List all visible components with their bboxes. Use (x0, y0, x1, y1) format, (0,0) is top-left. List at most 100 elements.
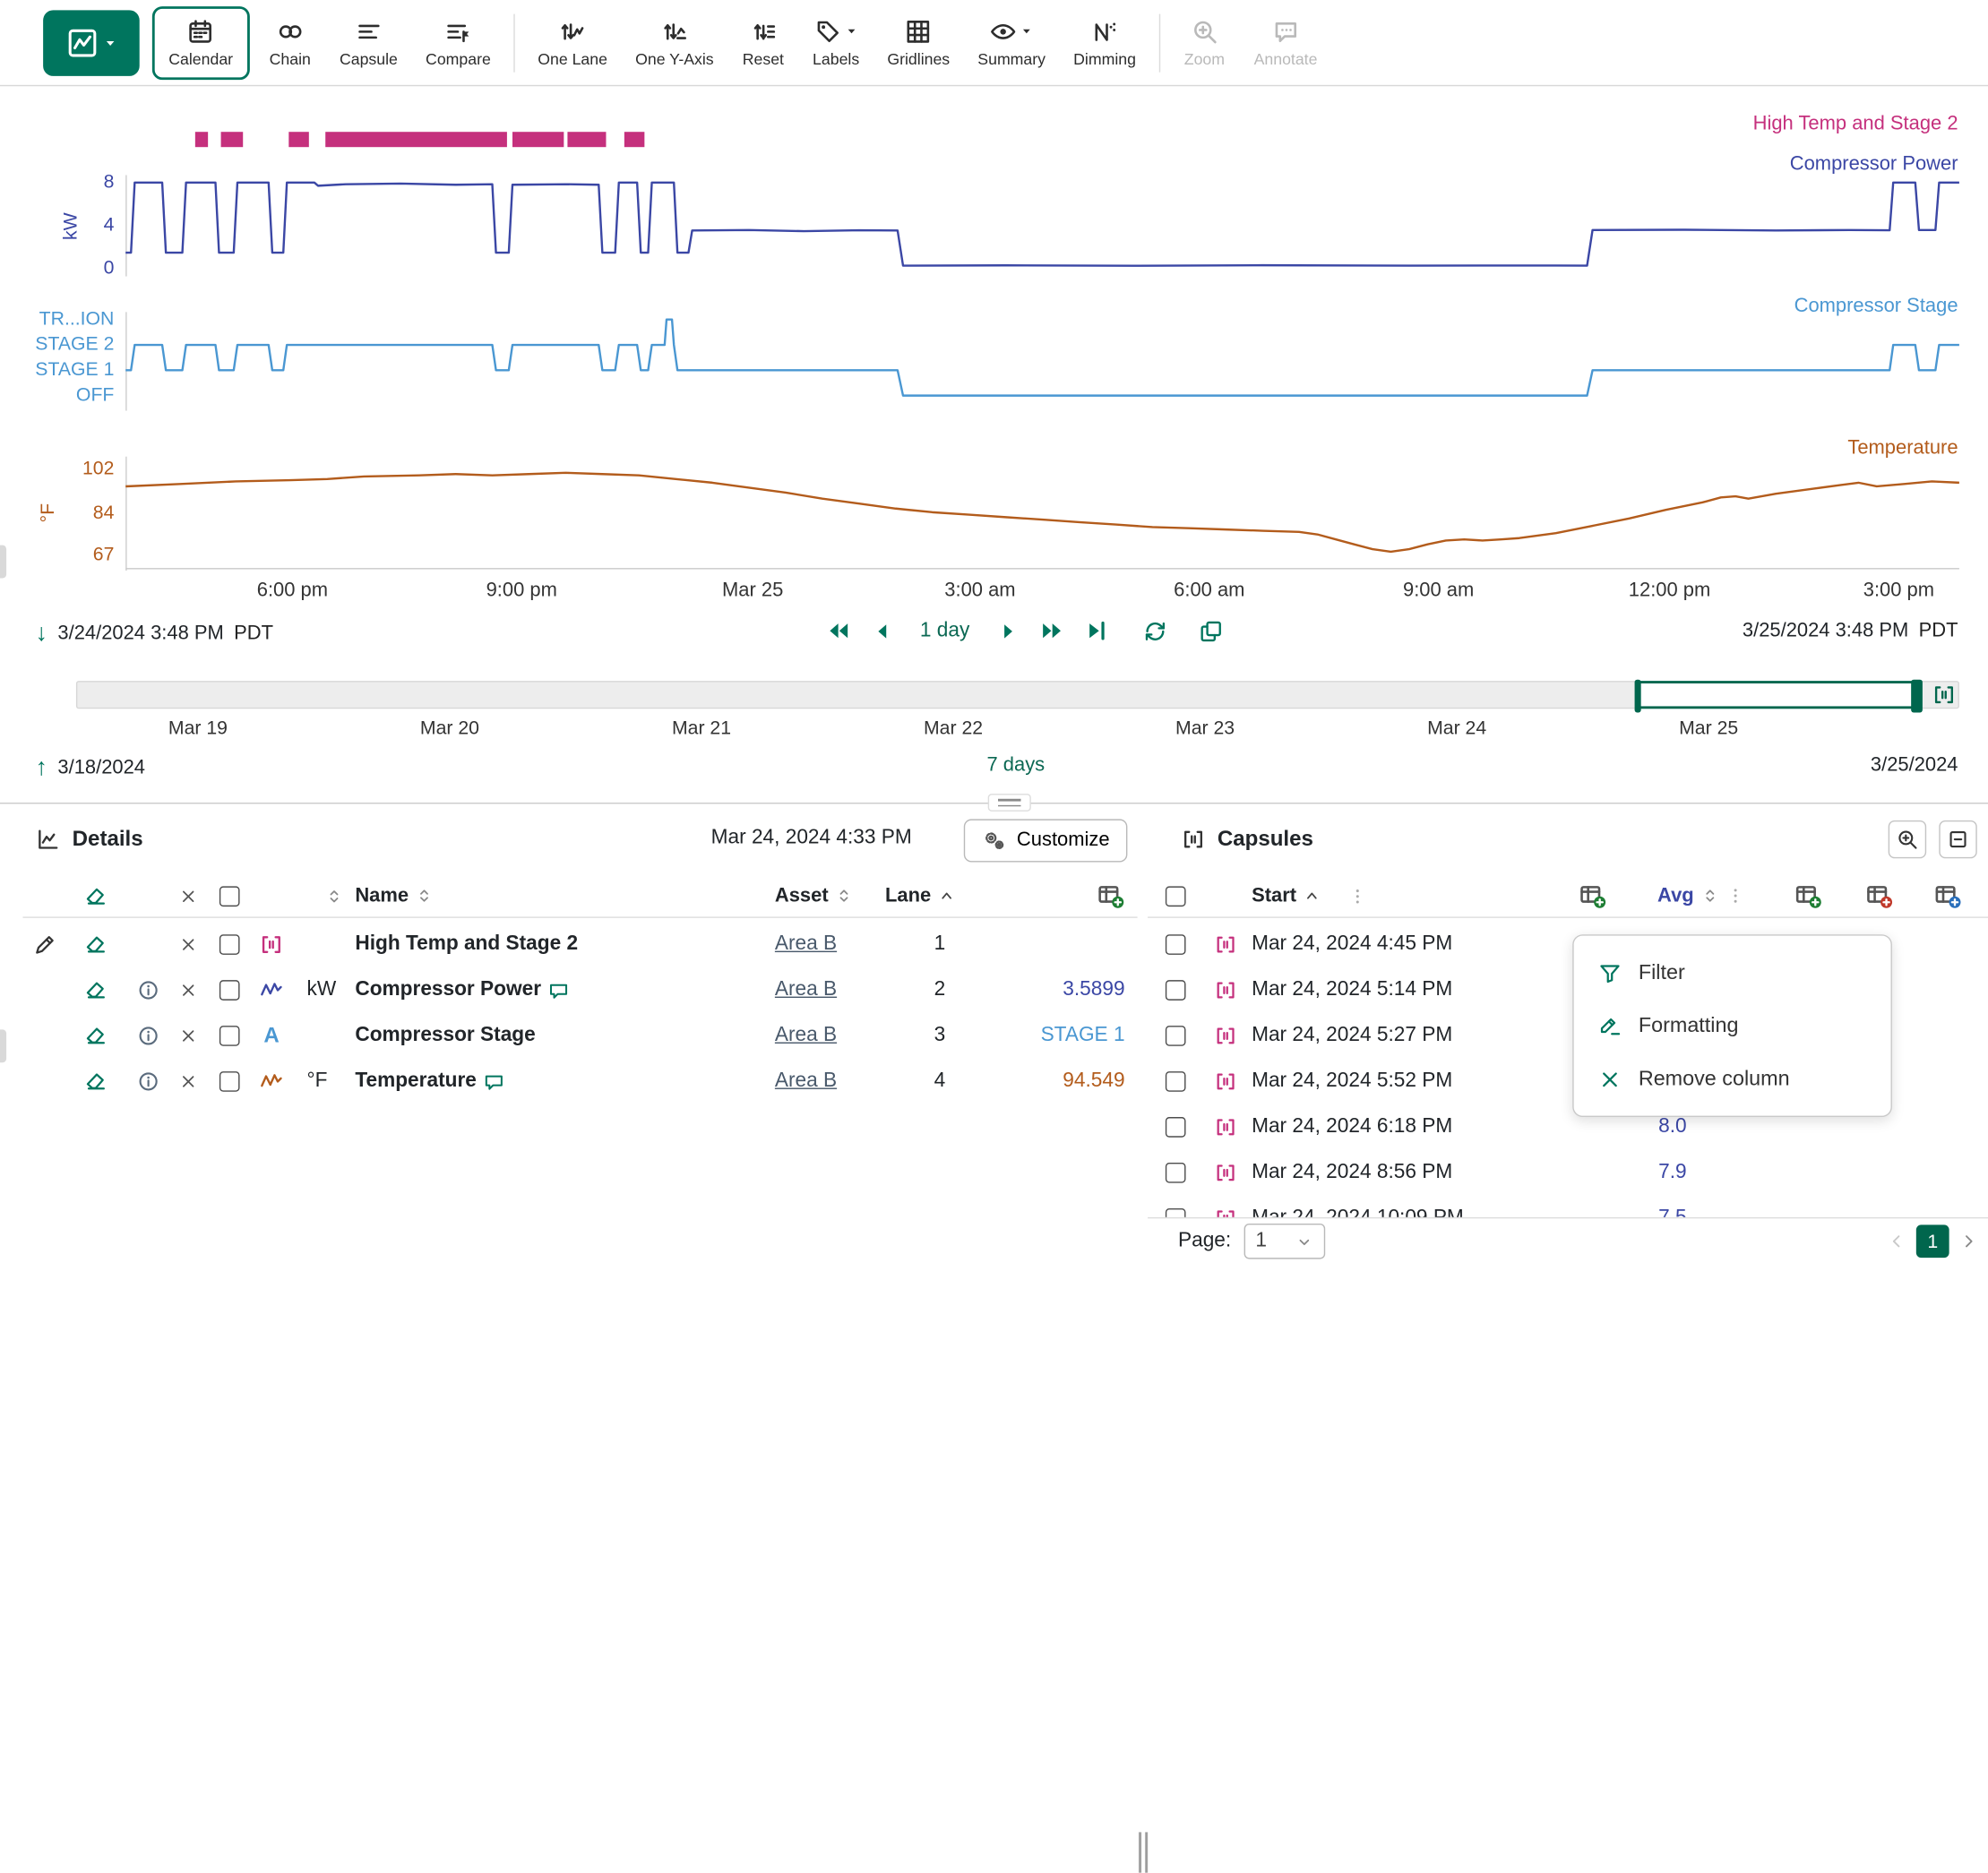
toolbar-calendar[interactable]: Calendar (152, 5, 250, 79)
investigate-range-start[interactable]: ↑ 3/18/2024 (36, 754, 145, 782)
capsule-checkbox[interactable] (1166, 980, 1186, 1001)
toolbar-dimming[interactable]: Dimming (1060, 4, 1150, 82)
current-page[interactable]: 1 (1916, 1224, 1949, 1258)
deselect-item-icon[interactable] (83, 978, 108, 1002)
toolbar-summary[interactable]: Summary (964, 4, 1060, 82)
horizontal-splitter-handle[interactable] (988, 794, 1031, 812)
capsule-time-icon[interactable] (1932, 683, 1957, 708)
column-header-lane[interactable]: Lane (885, 884, 957, 906)
capsules-collapse-button[interactable] (1939, 821, 1976, 858)
toolbar-compare[interactable]: Compare (411, 4, 504, 82)
send-to-bottom-icon[interactable]: ↓ (36, 620, 47, 648)
capsule-checkbox[interactable] (1166, 1117, 1186, 1138)
toolbar-annotate[interactable]: Annotate (1240, 4, 1331, 82)
lane-temp[interactable] (125, 457, 1959, 571)
item-info-icon[interactable] (137, 1070, 159, 1093)
item-name[interactable]: Compressor Stage (355, 1025, 535, 1047)
edit-item-icon[interactable] (33, 932, 57, 957)
series-label[interactable]: Compressor Stage (1794, 296, 1958, 318)
toolbar-labels[interactable]: Labels (798, 4, 873, 82)
column-header-start[interactable]: Start (1252, 884, 1321, 906)
step-back-half-button[interactable] (869, 618, 894, 643)
remove-item-icon[interactable] (179, 935, 198, 954)
selection-right-handle[interactable] (1912, 680, 1923, 713)
page-select[interactable]: 1 (1244, 1224, 1326, 1259)
lane-stage[interactable] (125, 312, 1959, 410)
select-all-checkbox[interactable] (219, 886, 240, 906)
item-checkbox[interactable] (219, 980, 240, 1001)
toolbar-capsule[interactable]: Capsule (325, 4, 411, 82)
remove-all-icon[interactable] (179, 886, 198, 905)
column-header-avg[interactable]: Avg (1657, 884, 1744, 906)
step-back-full-button[interactable] (825, 617, 852, 644)
copy-range-button[interactable] (1198, 618, 1223, 643)
remove-item-icon[interactable] (179, 981, 198, 1000)
lane-capsules[interactable] (125, 131, 1959, 149)
toolbar-trend-selector[interactable] (43, 10, 140, 76)
toolbar-one-lane[interactable]: One Lane (524, 4, 622, 82)
remove-item-icon[interactable] (179, 1072, 198, 1091)
column-grip-icon[interactable] (1348, 886, 1367, 905)
series-label[interactable]: Temperature (1847, 437, 1958, 460)
item-checkbox[interactable] (219, 1026, 240, 1046)
display-range-start[interactable]: ↓ 3/24/2024 3:48 PM PDT (36, 620, 273, 648)
item-asset-link[interactable]: Area B (775, 1025, 837, 1047)
item-checkbox[interactable] (219, 1071, 240, 1092)
remove-item-icon[interactable] (179, 1027, 198, 1045)
menu-item-filter[interactable]: Filter (1574, 946, 1891, 999)
trend-chart[interactable]: 840TR...IONSTAGE 2STAGE 1OFF1028467kW°F … (0, 86, 1988, 803)
selection-left-handle[interactable] (1634, 680, 1640, 713)
next-page-button[interactable] (1958, 1231, 1979, 1251)
capsule-checkbox[interactable] (1166, 1163, 1186, 1183)
display-range-end[interactable]: 3/25/2024 3:48 PM PDT (1743, 620, 1958, 642)
column-header-asset[interactable]: Asset (775, 884, 854, 906)
auto-update-button[interactable] (1142, 618, 1167, 643)
left-edge-handle[interactable] (0, 546, 6, 579)
item-asset-link[interactable]: Area B (775, 1070, 837, 1093)
add-column-button-1[interactable] (1794, 881, 1822, 909)
deselect-all-icon[interactable] (83, 884, 108, 908)
deselect-item-icon[interactable] (83, 932, 108, 957)
capsule-checkbox[interactable] (1166, 1026, 1186, 1046)
sort-color-icon[interactable] (324, 886, 343, 905)
step-forward-full-button[interactable] (1038, 617, 1065, 644)
capsule-checkbox[interactable] (1166, 934, 1186, 955)
range-duration[interactable]: 1 day (920, 619, 969, 641)
item-asset-link[interactable]: Area B (775, 933, 837, 956)
item-info-icon[interactable] (137, 979, 159, 1001)
step-to-end-button[interactable] (1082, 617, 1109, 644)
item-name[interactable]: Temperature (355, 1070, 504, 1093)
capsule-checkbox[interactable] (1166, 1071, 1186, 1092)
step-forward-half-button[interactable] (995, 618, 1020, 643)
toolbar-one-y-axis[interactable]: One Y-Axis (622, 4, 728, 82)
item-asset-link[interactable]: Area B (775, 979, 837, 1001)
item-checkbox[interactable] (219, 934, 240, 955)
series-label[interactable]: High Temp and Stage 2 (1753, 113, 1958, 135)
add-column-button[interactable] (1097, 881, 1124, 909)
item-name[interactable]: High Temp and Stage 2 (355, 933, 578, 956)
overview-timeline-track[interactable] (76, 681, 1959, 709)
vertical-splitter-handle[interactable] (1136, 1832, 1150, 1872)
capsules-zoom-button[interactable] (1889, 821, 1926, 858)
toolbar-reset[interactable]: Reset (727, 4, 798, 82)
customize-button[interactable]: Customize (963, 819, 1127, 862)
deselect-item-icon[interactable] (83, 1024, 108, 1048)
lane-power[interactable] (125, 175, 1959, 276)
menu-item-remove-column[interactable]: Remove column (1574, 1052, 1891, 1105)
menu-item-formatting[interactable]: Formatting (1574, 999, 1891, 1052)
column-header-name[interactable]: Name (355, 884, 434, 906)
investigate-duration[interactable]: 7 days (986, 754, 1045, 777)
item-info-icon[interactable] (137, 1025, 159, 1047)
add-column-button-3[interactable] (1934, 881, 1962, 909)
series-label[interactable]: Compressor Power (1790, 153, 1958, 176)
select-all-capsules-checkbox[interactable] (1166, 886, 1186, 906)
add-stat-column-button[interactable] (1579, 881, 1606, 909)
prev-page-button[interactable] (1887, 1231, 1907, 1251)
toolbar-gridlines[interactable]: Gridlines (874, 4, 964, 82)
add-column-button-2[interactable] (1865, 881, 1893, 909)
send-to-top-icon[interactable]: ↑ (36, 754, 47, 782)
deselect-item-icon[interactable] (83, 1070, 108, 1094)
toolbar-zoom[interactable]: Zoom (1169, 4, 1240, 82)
overview-selection[interactable] (1637, 681, 1919, 709)
item-name[interactable]: Compressor Power (355, 979, 569, 1001)
